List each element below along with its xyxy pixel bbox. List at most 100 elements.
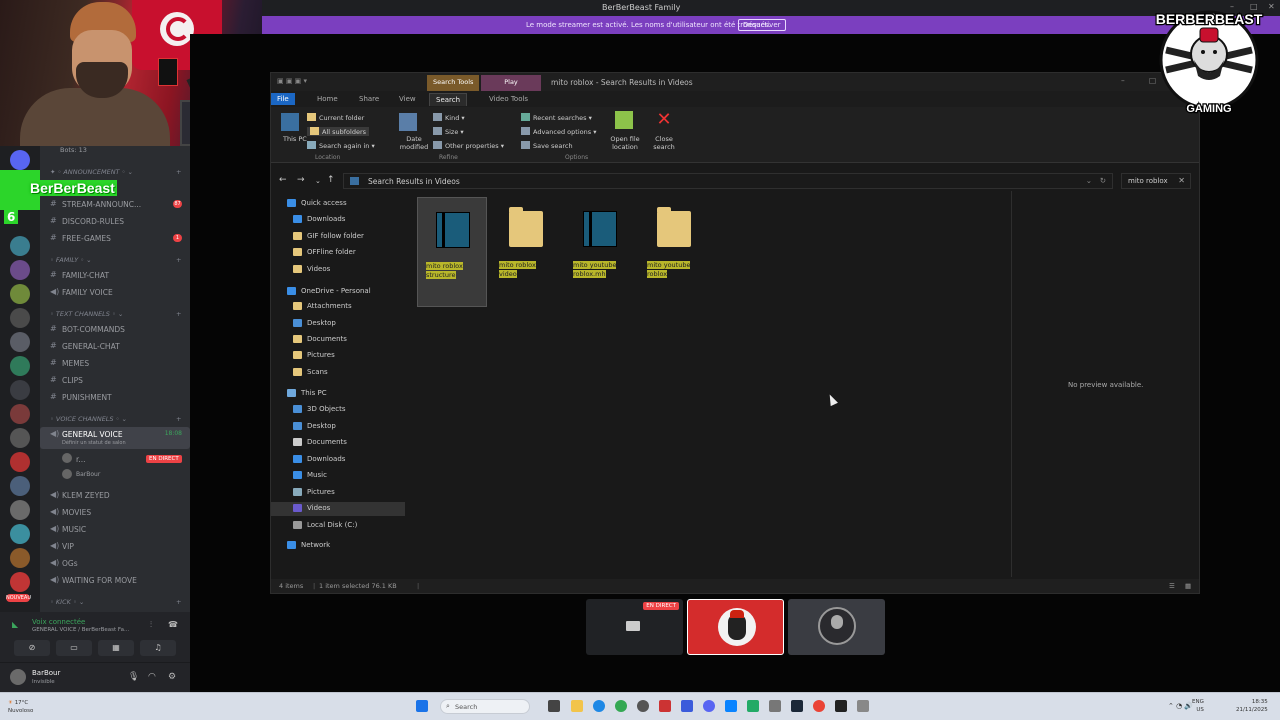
tab-share[interactable]: Share (353, 93, 385, 105)
channel-item[interactable]: # STREAM-ANNOUNC... 87 (40, 197, 190, 211)
date-modified-icon[interactable] (399, 113, 417, 131)
server-icon[interactable] (10, 356, 30, 376)
server-icon[interactable] (10, 150, 30, 170)
tab-video-tools[interactable]: Video Tools (483, 93, 534, 105)
current-folder-button[interactable]: Current folder (307, 113, 364, 122)
activities-icon[interactable]: ▦ (98, 640, 134, 656)
open-file-location-button[interactable]: Open file location (605, 135, 645, 151)
all-subfolders-button[interactable]: All subfolders (307, 127, 370, 136)
voice-channel-item[interactable]: ◀) MOVIES (40, 505, 190, 519)
voice-channel-item[interactable]: ◀) MUSIC (40, 522, 190, 536)
voice-channel-item[interactable]: ◀) OGs (40, 556, 190, 570)
add-channel-icon[interactable]: + (176, 256, 181, 264)
server-icon[interactable] (10, 308, 30, 328)
back-icon[interactable]: ← (279, 175, 287, 185)
stream-tile-screen[interactable]: EN DIRECT (586, 599, 683, 655)
weather-widget[interactable]: ☀ 17°C Nuvoloso (8, 699, 33, 715)
up-icon[interactable]: ↑ (327, 175, 335, 185)
nav-item[interactable]: GIF follow folder (271, 230, 405, 244)
channel-item[interactable]: # CLIPS (40, 373, 190, 387)
kind-button[interactable]: Kind ▾ (433, 113, 465, 122)
add-channel-icon[interactable]: + (176, 310, 181, 318)
server-icon[interactable] (10, 548, 30, 568)
category-kick[interactable]: ◦ KICK ◦ ⌄ + (46, 598, 181, 606)
voice-channel-item[interactable]: ◀) WAITING FOR MOVE (40, 573, 190, 587)
channel-item[interactable]: # MEMES (40, 356, 190, 370)
voice-user[interactable]: BarBour (40, 468, 190, 482)
other-properties-button[interactable]: Other properties ▾ (433, 141, 504, 150)
channel-item[interactable]: # FAMILY-CHAT (40, 268, 190, 282)
category-voice-channels[interactable]: ◦ VOICE CHANNELS ◦ ⌄ + (46, 415, 181, 423)
taskbar-search[interactable]: ⌕ Search (440, 699, 530, 714)
nav-item[interactable]: Desktop (271, 317, 405, 331)
save-search-button[interactable]: Save search (521, 141, 573, 150)
recent-searches-button[interactable]: Recent searches ▾ (521, 113, 592, 122)
tab-search[interactable]: Search (429, 93, 468, 106)
server-icon[interactable] (10, 380, 30, 400)
server-icon[interactable] (10, 284, 30, 304)
discord-icon[interactable] (703, 700, 715, 712)
edge-icon[interactable] (593, 700, 605, 712)
avatar[interactable] (10, 669, 26, 685)
channel-item[interactable]: # FREE-GAMES 1 (40, 231, 190, 245)
channel-item[interactable]: # PUNISHMENT (40, 390, 190, 404)
nav-item[interactable]: Music (271, 469, 405, 483)
system-tray-icons[interactable]: ⌃ ◔ 🔊 (1168, 702, 1193, 710)
camera-off-icon[interactable]: ⊘ (14, 640, 50, 656)
nav-item[interactable]: Attachments (271, 300, 405, 314)
tab-file[interactable]: File (271, 93, 295, 105)
nav-item[interactable]: Pictures (271, 486, 405, 500)
file-explorer-icon[interactable] (571, 700, 583, 712)
search-input[interactable]: mito roblox ✕ (1121, 173, 1191, 189)
noise-suppression-icon[interactable]: ⫶ (150, 620, 152, 630)
advanced-options-button[interactable]: Advanced options ▾ (521, 127, 596, 136)
server-icon[interactable] (10, 500, 30, 520)
category-text-channels[interactable]: ◦ TEXT CHANNELS ◦ ⌄ + (46, 310, 181, 318)
voice-channel-item[interactable]: ◀) KLEM ZEYED (40, 488, 190, 502)
nav-item[interactable]: Quick access (271, 197, 405, 211)
app-icon[interactable] (813, 700, 825, 712)
nav-item[interactable]: Videos (271, 263, 405, 277)
nav-item[interactable]: This PC (271, 387, 405, 401)
file-item[interactable]: mito roblox structure (417, 197, 487, 307)
clock[interactable]: 18:35 21/11/2025 (1236, 698, 1268, 714)
nav-item[interactable]: Documents (271, 333, 405, 347)
server-icon[interactable] (10, 260, 30, 280)
stream-tile-user[interactable] (687, 599, 784, 655)
server-icon[interactable] (10, 572, 30, 592)
nav-item[interactable]: Local Disk (C:) (271, 519, 405, 533)
close-search-button[interactable]: Close search (649, 135, 679, 151)
voice-channel-item[interactable]: ◀) VIP (40, 539, 190, 553)
stream-tile-user[interactable] (788, 599, 885, 655)
address-bar[interactable]: Search Results in Videos ⌄ ↻ (343, 173, 1113, 189)
file-item[interactable]: mito youtube roblox.mh (565, 197, 635, 307)
server-icon[interactable] (10, 428, 30, 448)
context-tab-play[interactable]: Play (481, 75, 541, 91)
open-location-icon[interactable] (615, 111, 633, 129)
app-icon[interactable] (725, 700, 737, 712)
steam-icon[interactable] (791, 700, 803, 712)
server-icon[interactable] (10, 476, 30, 496)
settings-gear-icon[interactable]: ⚙ (168, 672, 176, 682)
app-icon[interactable] (769, 700, 781, 712)
details-view-icon[interactable]: ☰ (1169, 582, 1175, 590)
nav-item[interactable]: Desktop (271, 420, 405, 434)
soundboard-icon[interactable]: ♫ (140, 640, 176, 656)
server-icon[interactable] (10, 236, 30, 256)
server-icon[interactable] (10, 524, 30, 544)
nav-item[interactable]: OFFline folder (271, 246, 405, 260)
nav-item[interactable]: Documents (271, 436, 405, 450)
nav-item[interactable]: OneDrive - Personal (271, 285, 405, 299)
nav-item[interactable]: Downloads (271, 213, 405, 227)
this-pc-icon[interactable] (281, 113, 299, 131)
date-modified-button[interactable]: Date modified (399, 135, 429, 151)
category-announcement[interactable]: ✦ ◦ ANNOUNCEMENT ◦ ⌄ + (46, 168, 181, 176)
disconnect-icon[interactable]: ☎ (168, 620, 178, 629)
app-icon[interactable] (659, 700, 671, 712)
server-icon[interactable] (10, 404, 30, 424)
chrome-icon[interactable] (615, 700, 627, 712)
clear-search-icon[interactable]: ✕ (1178, 176, 1185, 185)
server-icon[interactable] (10, 332, 30, 352)
nav-item[interactable]: 3D Objects (271, 403, 405, 417)
screen-share-icon[interactable]: ▭ (56, 640, 92, 656)
